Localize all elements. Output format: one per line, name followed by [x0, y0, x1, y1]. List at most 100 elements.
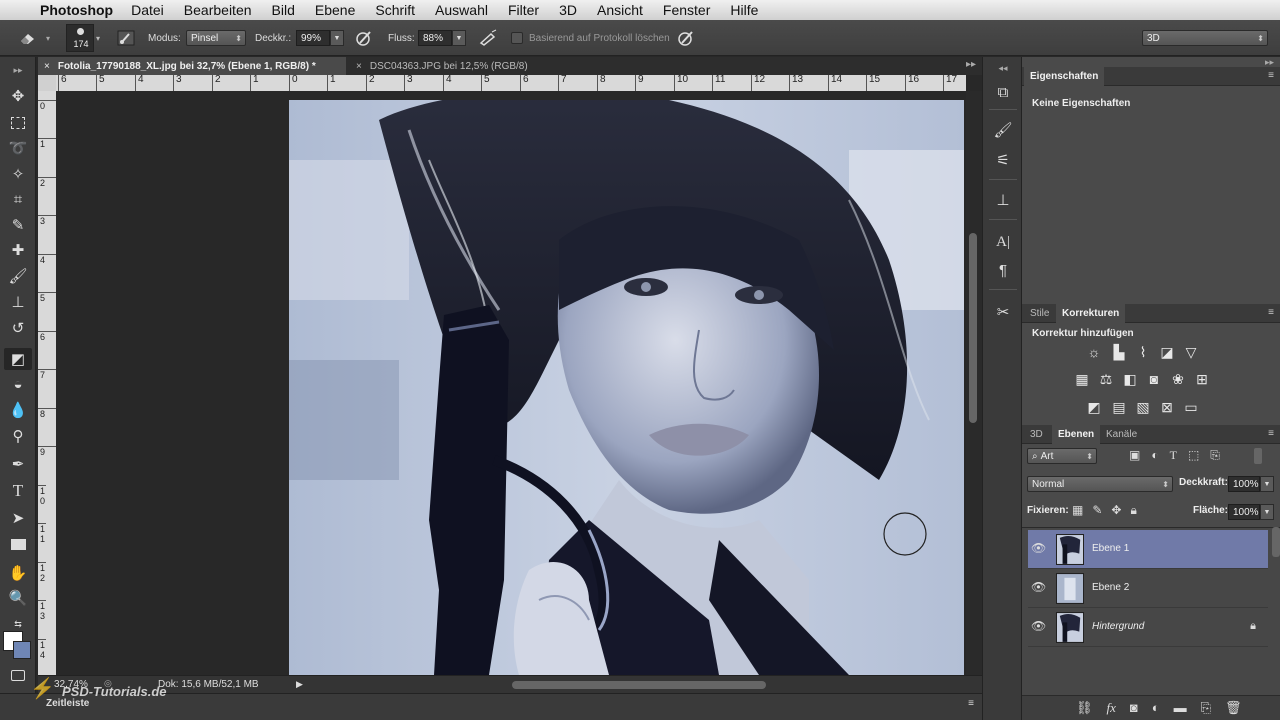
menu-bearbeiten[interactable]: Bearbeiten [184, 2, 252, 18]
rectangle-tool-icon[interactable] [4, 533, 32, 555]
eyedropper-icon[interactable]: ✎ [4, 214, 32, 236]
gradient-map-icon[interactable]: ▭ [1182, 398, 1200, 416]
layer-filter-select[interactable]: ⌕ Art [1027, 448, 1097, 464]
posterize-icon[interactable]: ▤ [1110, 398, 1128, 416]
lock-transparency-icon[interactable]: ▦ [1072, 503, 1083, 518]
airbrush-icon[interactable] [478, 20, 498, 56]
lock-position-icon[interactable]: ✥ [1111, 503, 1121, 518]
layers-menu-icon[interactable]: ≡ [1268, 428, 1274, 439]
levels-icon[interactable]: ▙ [1110, 343, 1128, 361]
pen-tool-icon[interactable]: ✒ [4, 453, 32, 475]
brush-picker-arrow-icon[interactable]: ▾ [96, 34, 100, 43]
menu-schrift[interactable]: Schrift [375, 2, 415, 18]
menu-ebene[interactable]: Ebene [315, 2, 355, 18]
tool-presets-icon[interactable]: ✂ [991, 301, 1015, 323]
history-brush-icon[interactable]: ↺ [4, 317, 32, 339]
timeline-menu-icon[interactable]: ≡ [968, 698, 974, 709]
brightness-icon[interactable]: ☼ [1085, 343, 1103, 361]
tab-eigenschaften[interactable]: Eigenschaften [1024, 67, 1105, 86]
character-panel-icon[interactable]: A| [991, 231, 1015, 253]
marquee-tool-icon[interactable] [4, 112, 32, 134]
deckkr-input[interactable]: 99% [296, 30, 330, 46]
tab-korrekturen[interactable]: Korrekturen [1056, 304, 1126, 323]
tab-dsc04363[interactable]: × DSC04363.JPG bei 12,5% (RGB/8) [350, 57, 590, 75]
dock-collapse-icon[interactable]: ◂◂ [991, 57, 1015, 79]
tab-3d[interactable]: 3D [1024, 425, 1049, 444]
brush-panel-toggle-icon[interactable] [117, 20, 135, 56]
hand-tool-icon[interactable]: ✋ [4, 562, 32, 584]
panel-collapse-icon[interactable]: ▸▸ [1024, 57, 1274, 68]
tab-fotolia[interactable]: × Fotolia_17790188_XL.jpg bei 32,7% (Ebe… [38, 57, 346, 75]
brush-presets-icon[interactable]: ⚟ [991, 149, 1015, 171]
healing-brush-icon[interactable]: ✚ [4, 239, 32, 261]
vibrance-icon[interactable]: ▦ [1073, 370, 1091, 388]
new-group-icon[interactable]: ▬ [1174, 700, 1187, 716]
menu-auswahl[interactable]: Auswahl [435, 2, 488, 18]
gradient-triangle-icon[interactable]: ▽ [1182, 343, 1200, 361]
filter-shape-icon[interactable]: ⬚ [1188, 448, 1199, 463]
layers-scrollbar[interactable] [1272, 527, 1280, 557]
eraser-tool-icon[interactable]: ◩ [4, 348, 32, 370]
document-image[interactable] [289, 100, 964, 675]
menu-filter[interactable]: Filter [508, 2, 539, 18]
lock-pixels-icon[interactable]: ✎ [1092, 503, 1102, 518]
invert-icon[interactable]: ◩ [1085, 398, 1103, 416]
fluss-arrow-icon[interactable]: ▼ [452, 30, 466, 46]
filter-toggle[interactable] [1254, 448, 1262, 464]
vertical-scroll-thumb[interactable] [969, 233, 977, 423]
stamp-tool-icon[interactable]: ⊥ [4, 291, 32, 313]
flaeche-arrow-icon[interactable]: ▼ [1260, 504, 1274, 520]
collapse-tabs-icon[interactable]: ▸▸ [966, 59, 976, 70]
fx-icon[interactable]: fx [1107, 700, 1116, 716]
layer-row-hintergrund[interactable]: 👁︎ Hintergrund 🔒︎ [1028, 608, 1268, 647]
channel-mixer-icon[interactable]: ❀ [1169, 370, 1187, 388]
ruler-corner[interactable] [38, 75, 56, 91]
tab-kanaele[interactable]: Kanäle [1100, 425, 1143, 444]
tab-ebenen[interactable]: Ebenen [1052, 425, 1101, 444]
blend-mode-select[interactable]: Normal [1027, 476, 1173, 492]
curves-icon[interactable]: ⌇ [1134, 343, 1152, 361]
new-layer-icon[interactable]: ⎘ [1201, 700, 1211, 716]
menu-datei[interactable]: Datei [131, 2, 164, 18]
move-tool-icon[interactable]: ✥ [4, 85, 32, 107]
menu-app-photoshop[interactable]: Photoshop [40, 2, 113, 18]
add-mask-icon[interactable]: ◙ [1130, 700, 1138, 716]
menu-hilfe[interactable]: Hilfe [730, 2, 758, 18]
dodge-tool-icon[interactable]: ⚲ [4, 425, 32, 447]
background-color-swatch[interactable] [13, 641, 31, 659]
selective-color-icon[interactable]: ⊠ [1158, 398, 1176, 416]
brush-panel-icon[interactable]: 🖌 [991, 119, 1015, 141]
menu-fenster[interactable]: Fenster [663, 2, 710, 18]
visibility-eye-icon[interactable]: 👁︎ [1031, 541, 1047, 555]
lock-all-icon[interactable]: 🔒︎ [1130, 503, 1136, 518]
horizontal-ruler[interactable]: 6 5 4 3 2 1 0 1 2 3 4 5 6 7 8 9 10 11 12… [56, 75, 966, 91]
horizontal-scroll-thumb[interactable] [512, 681, 766, 689]
paint-bucket-icon[interactable]: ◒ [4, 373, 32, 395]
deckkr-arrow-icon[interactable]: ▼ [330, 30, 344, 46]
black-white-icon[interactable]: ◧ [1121, 370, 1139, 388]
brush-size-picker[interactable]: 174 ▾ [66, 20, 100, 56]
adjustments-menu-icon[interactable]: ≡ [1268, 307, 1274, 318]
workspace-select[interactable]: 3D [1142, 30, 1268, 46]
clone-source-icon[interactable]: ⊥ [991, 189, 1015, 211]
deckkraft-input[interactable]: 100% [1228, 476, 1260, 492]
magic-wand-icon[interactable]: ✧ [4, 163, 32, 185]
close-tab-icon[interactable]: × [356, 61, 362, 72]
pressure-opacity-icon[interactable] [354, 20, 374, 56]
filter-smart-object-icon[interactable]: ⎘ [1210, 448, 1220, 463]
history-panel-icon[interactable]: ⧉ [991, 81, 1015, 103]
properties-menu-icon[interactable]: ≡ [1268, 70, 1274, 81]
layer-row-ebene-2[interactable]: 👁︎ Ebene 2 [1028, 569, 1268, 608]
paragraph-panel-icon[interactable]: ¶ [991, 259, 1015, 281]
path-selection-icon[interactable]: ➤ [4, 507, 32, 529]
zoom-tool-icon[interactable]: 🔍 [4, 587, 32, 609]
threshold-icon[interactable]: ▧ [1134, 398, 1152, 416]
brush-tool-icon[interactable]: 🖌 [4, 265, 32, 287]
filter-pixel-icon[interactable]: ▣ [1129, 448, 1140, 463]
menu-bild[interactable]: Bild [272, 2, 295, 18]
fluss-input[interactable]: 88% [418, 30, 452, 46]
layer-row-ebene-1[interactable]: 👁︎ Ebene 1 [1028, 530, 1268, 569]
crop-tool-icon[interactable]: ⌗ [4, 188, 32, 210]
delete-layer-icon[interactable]: 🗑︎ [1225, 700, 1242, 716]
filter-type-icon[interactable]: T [1170, 448, 1177, 463]
